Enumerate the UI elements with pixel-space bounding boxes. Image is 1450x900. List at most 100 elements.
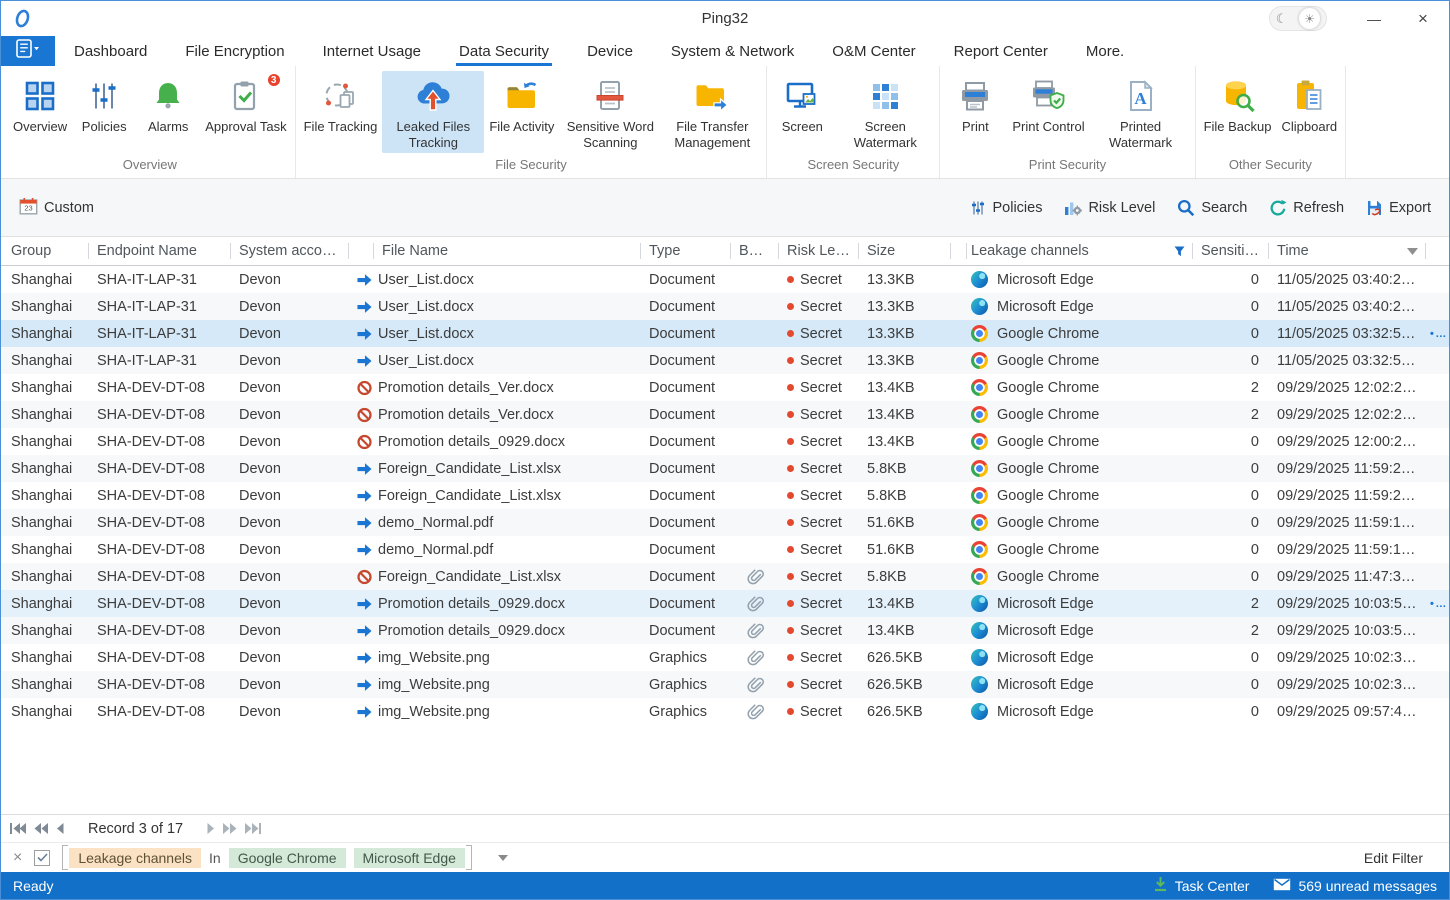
table-row[interactable]: ShanghaiSHA-DEV-DT-08Devondemo_Normal.pd…: [1, 536, 1449, 563]
ribbon-item-overview[interactable]: Overview: [8, 71, 72, 137]
table-row[interactable]: ShanghaiSHA-DEV-DT-08Devonimg_Website.pn…: [1, 671, 1449, 698]
filter-enabled-checkbox[interactable]: [34, 850, 50, 866]
ribbon-item-printed-watermark[interactable]: APrinted Watermark: [1090, 71, 1192, 153]
table-row[interactable]: ShanghaiSHA-DEV-DT-08DevonForeign_Candid…: [1, 455, 1449, 482]
tab-file-encryption[interactable]: File Encryption: [166, 36, 303, 66]
table-row[interactable]: ShanghaiSHA-DEV-DT-08DevonPromotion deta…: [1, 590, 1449, 617]
cell-group: Shanghai: [1, 353, 89, 369]
table-row[interactable]: ShanghaiSHA-IT-LAP-31DevonUser_List.docx…: [1, 266, 1449, 293]
risk-dot-icon: [787, 303, 794, 310]
channel-name: Google Chrome: [997, 542, 1099, 558]
table-row[interactable]: ShanghaiSHA-DEV-DT-08Devondemo_Normal.pd…: [1, 509, 1449, 536]
filter-field-chip[interactable]: Leakage channels: [69, 848, 201, 868]
app-menu-button[interactable]: [1, 36, 55, 66]
filter-operator[interactable]: In: [209, 850, 221, 866]
t-risk-icon: [1064, 199, 1082, 216]
table-row[interactable]: ShanghaiSHA-DEV-DT-08Devonimg_Website.pn…: [1, 644, 1449, 671]
cell-sensitive-count: 0: [1193, 515, 1269, 531]
export-button[interactable]: Export: [1366, 199, 1431, 217]
column-header-file[interactable]: File Name: [374, 237, 641, 265]
column-header-risk[interactable]: Risk Level: [779, 237, 859, 265]
toolbar-button-label: Search: [1201, 200, 1247, 216]
ribbon-item-policies[interactable]: Policies: [72, 71, 136, 137]
column-header-backup[interactable]: Backup: [731, 237, 779, 265]
filter-funnel-icon[interactable]: [1174, 246, 1185, 257]
tab-label: O&M Center: [832, 43, 915, 60]
prev-record-button[interactable]: [56, 823, 65, 834]
tab-dashboard[interactable]: Dashboard: [55, 36, 166, 66]
cell-sensitive-count: 0: [1193, 461, 1269, 477]
ribbon-item-approval-task[interactable]: Approval Task3: [200, 71, 291, 137]
table-row[interactable]: ShanghaiSHA-DEV-DT-08DevonPromotion deta…: [1, 401, 1449, 428]
close-button[interactable]: ×: [1397, 9, 1449, 29]
ribbon-item-sensitive-word-scanning[interactable]: Sensitive Word Scanning: [559, 71, 661, 153]
ribbon-item-file-backup[interactable]: File Backup: [1199, 71, 1277, 137]
ribbon-item-screen[interactable]: Screen: [770, 71, 834, 137]
tab-device[interactable]: Device: [568, 36, 652, 66]
filter-value-chip[interactable]: Microsoft Edge: [354, 848, 465, 868]
ribbon-item-leaked-files-tracking[interactable]: Leaked Files Tracking: [382, 71, 484, 153]
tab-o-m-center[interactable]: O&M Center: [813, 36, 934, 66]
minimize-button[interactable]: —: [1351, 11, 1397, 27]
table-row[interactable]: ShanghaiSHA-DEV-DT-08DevonPromotion deta…: [1, 617, 1449, 644]
column-header-time[interactable]: Time: [1269, 237, 1426, 265]
risk-level-button[interactable]: Risk Level: [1064, 199, 1155, 216]
ribbon-item-print[interactable]: Print: [943, 71, 1007, 137]
refresh-button[interactable]: Refresh: [1269, 199, 1344, 217]
cell-size: 626.5KB: [859, 650, 951, 666]
ribbon-item-file-transfer-management[interactable]: File Transfer Management: [661, 71, 763, 153]
ribbon-item-alarms[interactable]: Alarms: [136, 71, 200, 137]
cell-group: Shanghai: [1, 407, 89, 423]
ribbon-group: OverviewPoliciesAlarmsApproval Task3Over…: [5, 66, 296, 178]
tab-report-center[interactable]: Report Center: [935, 36, 1067, 66]
table-row[interactable]: ShanghaiSHA-IT-LAP-31DevonUser_List.docx…: [1, 347, 1449, 374]
remove-filter-button[interactable]: ×: [13, 849, 22, 867]
table-row[interactable]: ShanghaiSHA-DEV-DT-08Devonimg_Website.pn…: [1, 698, 1449, 725]
ribbon-item-screen-watermark[interactable]: Screen Watermark: [834, 71, 936, 153]
tab-label: Data Security: [459, 43, 549, 60]
last-record-button[interactable]: [244, 823, 262, 834]
ribbon-item-clipboard[interactable]: Clipboard: [1277, 71, 1343, 137]
column-header-channel[interactable]: Leakage channels: [963, 237, 1193, 265]
column-header-account[interactable]: System account: [231, 237, 349, 265]
next-page-button[interactable]: [222, 823, 237, 834]
policies-button[interactable]: Policies: [970, 200, 1042, 216]
column-header-size[interactable]: Size: [859, 237, 951, 265]
table-row[interactable]: ShanghaiSHA-IT-LAP-31DevonUser_List.docx…: [1, 293, 1449, 320]
prev-page-button[interactable]: [34, 823, 49, 834]
column-header-type[interactable]: Type: [641, 237, 731, 265]
table-row[interactable]: ShanghaiSHA-DEV-DT-08DevonPromotion deta…: [1, 374, 1449, 401]
filter-value-chip[interactable]: Google Chrome: [229, 848, 346, 868]
tab-system-network[interactable]: System & Network: [652, 36, 813, 66]
ribbon-item-file-tracking[interactable]: File Tracking: [299, 71, 383, 137]
ribbon-item-label: Approval Task: [205, 119, 286, 135]
column-dropdown-icon[interactable]: [1407, 248, 1418, 255]
edit-filter-link[interactable]: Edit Filter: [1364, 850, 1437, 866]
row-more-button[interactable]: •••: [1426, 598, 1449, 610]
custom-date-button[interactable]: 23 Custom: [19, 197, 94, 219]
table-row[interactable]: ShanghaiSHA-IT-LAP-31DevonUser_List.docx…: [1, 320, 1449, 347]
table-row[interactable]: ShanghaiSHA-DEV-DT-08DevonForeign_Candid…: [1, 482, 1449, 509]
first-record-button[interactable]: [9, 823, 27, 834]
search-button[interactable]: Search: [1177, 199, 1247, 217]
ribbon-item-file-activity[interactable]: File Activity: [484, 71, 559, 137]
row-more-button[interactable]: •••: [1426, 328, 1449, 340]
theme-toggle[interactable]: ☾ ☀: [1269, 6, 1327, 31]
column-header-sensitive[interactable]: Sensitive ...: [1193, 237, 1269, 265]
channel-name: Microsoft Edge: [997, 596, 1094, 612]
tab-data-security[interactable]: Data Security: [440, 36, 568, 66]
next-record-button[interactable]: [206, 823, 215, 834]
column-header-endpoint[interactable]: Endpoint Name: [89, 237, 231, 265]
risk-label: Secret: [800, 461, 842, 477]
table-row[interactable]: ShanghaiSHA-DEV-DT-08DevonPromotion deta…: [1, 428, 1449, 455]
unread-messages-button[interactable]: 569 unread messages: [1273, 878, 1437, 894]
filter-dropdown-caret[interactable]: [498, 855, 508, 861]
risk-dot-icon: [787, 573, 794, 580]
ribbon-item-print-control[interactable]: Print Control: [1007, 71, 1089, 137]
cell-risk-level: Secret: [779, 569, 859, 585]
column-header-group[interactable]: Group: [1, 237, 89, 265]
task-center-button[interactable]: Task Center: [1153, 876, 1250, 895]
tab-more[interactable]: More.: [1067, 36, 1143, 66]
tab-internet-usage[interactable]: Internet Usage: [304, 36, 440, 66]
table-row[interactable]: ShanghaiSHA-DEV-DT-08DevonForeign_Candid…: [1, 563, 1449, 590]
